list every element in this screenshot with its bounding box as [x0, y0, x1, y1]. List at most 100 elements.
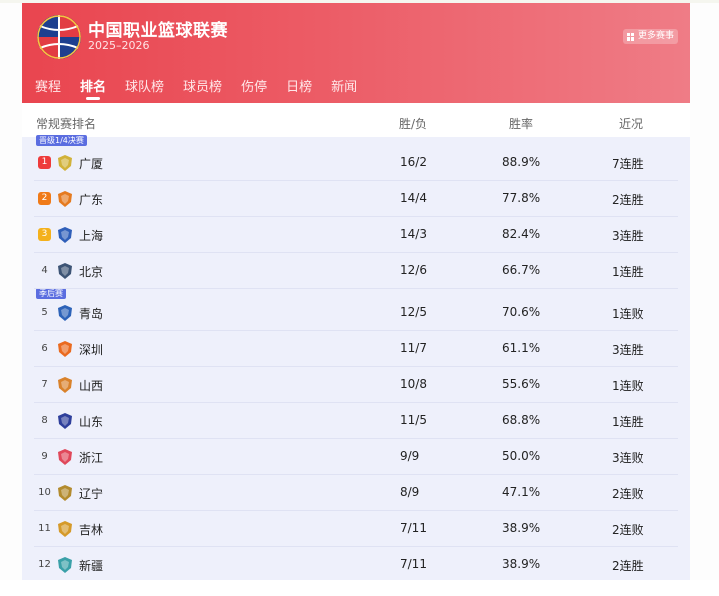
tab-schedule[interactable]: 赛程	[35, 76, 61, 100]
standings-list: 晋级1/4决赛 季后赛 1 广厦 16/2 88.9% 7连胜 2 广东 14/4 77.8% 2连胜…	[22, 135, 690, 587]
team-logo-icon	[58, 413, 72, 429]
more-events-button[interactable]: 更多赛事	[622, 29, 678, 44]
win-loss: 10/8	[400, 377, 427, 391]
team-logo-icon	[58, 521, 72, 537]
win-loss: 12/6	[400, 263, 427, 277]
win-loss: 11/5	[400, 413, 427, 427]
team-logo-icon	[58, 155, 72, 171]
recent-streak: 7连胜	[612, 157, 644, 171]
rank-number: 6	[41, 343, 48, 354]
win-loss: 8/9	[400, 485, 420, 499]
win-percentage: 82.4%	[502, 227, 541, 241]
win-percentage: 38.9%	[502, 557, 541, 571]
team-logo-icon	[58, 449, 72, 465]
tab-injuries[interactable]: 伤停	[241, 76, 267, 100]
win-loss: 16/2	[400, 155, 427, 169]
recent-streak: 2连败	[612, 487, 644, 501]
rank-number: 4	[41, 265, 48, 276]
team-name[interactable]: 辽宁	[79, 485, 103, 502]
win-percentage: 70.6%	[502, 305, 541, 319]
win-percentage: 55.6%	[502, 377, 541, 391]
team-name[interactable]: 山东	[79, 413, 103, 430]
season-label: 2025–2026	[88, 39, 150, 52]
recent-streak: 2连胜	[612, 193, 644, 207]
team-logo-icon	[58, 263, 72, 279]
rank-number: 1	[38, 156, 51, 169]
team-name[interactable]: 青岛	[79, 305, 103, 322]
rank-number: 11	[38, 523, 51, 534]
table-row[interactable]: 12 新疆 7/11 38.9% 2连胜	[22, 547, 690, 583]
recent-streak: 1连败	[612, 307, 644, 321]
cba-logo-icon	[37, 15, 81, 59]
team-logo-icon	[58, 485, 72, 501]
rank-number: 9	[41, 451, 48, 462]
next-row-peek	[0, 580, 719, 596]
grid-icon	[626, 32, 635, 41]
table-row[interactable]: 7 山西 10/8 55.6% 1连败	[22, 367, 690, 403]
team-name[interactable]: 山西	[79, 377, 103, 394]
rank-number: 10	[38, 487, 51, 498]
table-row[interactable]: 5 青岛 12/5 70.6% 1连败	[22, 295, 690, 331]
team-logo-icon	[58, 227, 72, 243]
team-name[interactable]: 广厦	[79, 155, 103, 172]
win-percentage: 47.1%	[502, 485, 541, 499]
team-name[interactable]: 浙江	[79, 449, 103, 466]
table-row[interactable]: 11 吉林 7/11 38.9% 2连败	[22, 511, 690, 547]
tab-team-rankings[interactable]: 球队榜	[125, 76, 164, 100]
team-name[interactable]: 深圳	[79, 341, 103, 358]
win-percentage: 50.0%	[502, 449, 541, 463]
col-wl-header: 胜/负	[399, 117, 428, 131]
table-row[interactable]: 2 广东 14/4 77.8% 2连胜	[22, 181, 690, 217]
team-logo-icon	[58, 305, 72, 321]
win-percentage: 88.9%	[502, 155, 541, 169]
recent-streak: 2连胜	[612, 559, 644, 573]
recent-streak: 1连败	[612, 379, 644, 393]
tab-daily[interactable]: 日榜	[286, 76, 312, 100]
win-loss: 12/5	[400, 305, 427, 319]
win-loss: 7/11	[400, 557, 427, 571]
team-logo-icon	[58, 341, 72, 357]
table-row[interactable]: 10 辽宁 8/9 47.1% 2连败	[22, 475, 690, 511]
rank-number: 7	[41, 379, 48, 390]
win-loss: 7/11	[400, 521, 427, 535]
tab-news[interactable]: 新闻	[331, 76, 357, 100]
league-header: 中国职业篮球联赛 2025–2026 更多赛事 赛程 排名 球队榜 球员榜 伤停…	[22, 3, 690, 103]
column-header: 常规赛排名 胜/负 胜率 近况	[22, 113, 690, 135]
rank-number: 2	[38, 192, 51, 205]
win-percentage: 66.7%	[502, 263, 541, 277]
team-name[interactable]: 广东	[79, 191, 103, 208]
tab-standings[interactable]: 排名	[80, 76, 106, 100]
team-name[interactable]: 上海	[79, 227, 103, 244]
table-row[interactable]: 1 广厦 16/2 88.9% 7连胜	[22, 145, 690, 181]
win-loss: 14/3	[400, 227, 427, 241]
league-title: 中国职业篮球联赛	[88, 21, 228, 41]
rank-number: 12	[38, 559, 51, 570]
recent-streak: 3连胜	[612, 229, 644, 243]
team-name[interactable]: 新疆	[79, 557, 103, 574]
team-logo-icon	[58, 377, 72, 393]
win-percentage: 77.8%	[502, 191, 541, 205]
table-row[interactable]: 6 深圳 11/7 61.1% 3连胜	[22, 331, 690, 367]
tab-player-rankings[interactable]: 球员榜	[183, 76, 222, 100]
table-row[interactable]: 4 北京 12/6 66.7% 1连胜	[22, 253, 690, 289]
more-events-label: 更多赛事	[637, 31, 674, 41]
team-logo-icon	[58, 191, 72, 207]
win-loss: 11/7	[400, 341, 427, 355]
table-row[interactable]: 9 浙江 9/9 50.0% 3连败	[22, 439, 690, 475]
col-streak-header: 近况	[619, 117, 644, 131]
win-loss: 14/4	[400, 191, 427, 205]
recent-streak: 2连败	[612, 523, 644, 537]
recent-streak: 1连胜	[612, 415, 644, 429]
rank-number: 5	[41, 307, 48, 318]
recent-streak: 1连胜	[612, 265, 644, 279]
team-name[interactable]: 吉林	[79, 521, 103, 538]
tab-bar: 赛程 排名 球队榜 球员榜 伤停 日榜 新闻	[35, 76, 376, 100]
table-row[interactable]: 3 上海 14/3 82.4% 3连胜	[22, 217, 690, 253]
recent-streak: 3连败	[612, 451, 644, 465]
table-row[interactable]: 8 山东 11/5 68.8% 1连胜	[22, 403, 690, 439]
win-percentage: 68.8%	[502, 413, 541, 427]
recent-streak: 3连胜	[612, 343, 644, 357]
rank-number: 8	[41, 415, 48, 426]
win-percentage: 38.9%	[502, 521, 541, 535]
team-name[interactable]: 北京	[79, 263, 103, 280]
